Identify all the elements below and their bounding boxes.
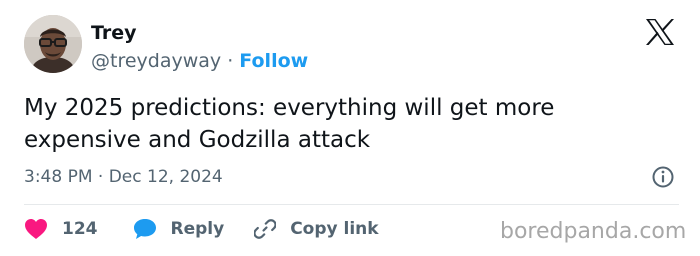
x-logo-icon[interactable] xyxy=(645,18,675,46)
speech-bubble-icon xyxy=(133,219,156,239)
tweet-text: My 2025 predictions: everything will get… xyxy=(24,95,555,153)
copy-link-label: Copy link xyxy=(290,219,379,239)
display-name[interactable]: Trey xyxy=(91,22,308,45)
timestamp-separator: · xyxy=(97,167,104,187)
avatar[interactable] xyxy=(24,15,82,73)
tweet-time: 3:48 PM xyxy=(24,167,93,187)
handle-separator: · xyxy=(227,50,234,72)
author-info: Trey @treydayway · Follow xyxy=(91,22,308,73)
action-bar: 124 Reply Copy link xyxy=(24,216,379,242)
tweet-date: Dec 12, 2024 xyxy=(108,167,223,187)
copy-link-button[interactable]: Copy link xyxy=(254,218,379,240)
heart-icon xyxy=(25,219,47,239)
tweet-timestamp[interactable]: 3:48 PM · Dec 12, 2024 xyxy=(24,166,223,188)
tweet-card: Trey @treydayway · Follow My 2025 predic… xyxy=(0,0,700,256)
like-button[interactable]: 124 xyxy=(24,218,98,240)
avatar-photo xyxy=(24,15,82,73)
like-count: 124 xyxy=(62,219,98,239)
watermark: boredpanda.com xyxy=(500,219,687,244)
user-handle[interactable]: @treydayway xyxy=(91,50,221,72)
follow-button[interactable]: Follow xyxy=(239,50,308,72)
link-icon xyxy=(254,219,277,239)
handle-row: @treydayway · Follow xyxy=(91,50,308,73)
info-icon[interactable] xyxy=(651,165,675,189)
divider xyxy=(24,204,679,205)
reply-label: Reply xyxy=(170,219,225,239)
reply-button[interactable]: Reply xyxy=(133,218,225,240)
